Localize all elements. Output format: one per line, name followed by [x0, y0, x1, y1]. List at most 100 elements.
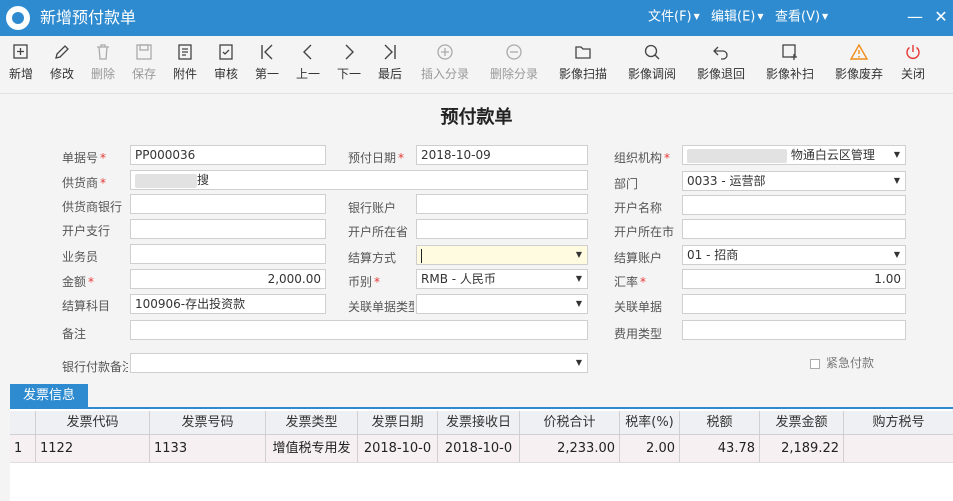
- invoice-no-cell[interactable]: 1133: [150, 435, 266, 462]
- col-header[interactable]: 发票代码: [36, 411, 150, 434]
- col-header[interactable]: [10, 411, 36, 434]
- supplier-bank-field[interactable]: [130, 194, 326, 214]
- title-bar: 新增预付款单 文件(F) ▼ 编辑(E) ▼ 查看(V) ▼ — ✕: [0, 0, 953, 36]
- next-icon: [345, 44, 354, 60]
- delete-row-icon: [506, 44, 522, 60]
- image-rescan-button[interactable]: 影像补扫: [762, 42, 818, 90]
- menu-file[interactable]: 文件(F) ▼: [648, 9, 700, 26]
- remark-field[interactable]: [130, 320, 588, 340]
- delete-button[interactable]: 删除: [88, 42, 118, 90]
- next-button[interactable]: 下一: [334, 42, 364, 90]
- minimize-icon[interactable]: —: [904, 6, 926, 28]
- urgent-checkbox[interactable]: 紧急付款: [810, 355, 874, 371]
- menu-edit[interactable]: 编辑(E) ▼: [711, 9, 764, 26]
- org-label: 组织机构 *: [614, 151, 671, 165]
- insert-row-icon: [437, 44, 453, 60]
- tax-rate-cell[interactable]: 2.00: [620, 435, 680, 462]
- currency-select[interactable]: RMB - 人民币: [416, 269, 588, 289]
- org-select[interactable]: 物通白云区管理: [682, 145, 906, 165]
- tax-amount-cell[interactable]: 43.78: [680, 435, 760, 462]
- bank-account-field[interactable]: [416, 194, 588, 214]
- audit-button[interactable]: 审核: [211, 42, 241, 90]
- invoice-amount-cell[interactable]: 2,189.22: [760, 435, 844, 462]
- image-view-button[interactable]: 影像调阅: [624, 42, 680, 90]
- attachment-icon: [178, 44, 192, 60]
- menu-view[interactable]: 查看(V) ▼: [775, 9, 828, 26]
- amount-label: 金额 *: [62, 275, 95, 289]
- save-icon: [136, 44, 152, 60]
- search-icon: [644, 44, 660, 60]
- settle-account-select[interactable]: 01 - 招商: [682, 245, 906, 265]
- add-button[interactable]: 新增: [6, 42, 36, 90]
- table-row[interactable]: 1 1122 1133 增值税专用发 2018-10-0 2018-10-0 2…: [10, 435, 953, 463]
- bank-account-label: 银行账户: [348, 201, 397, 215]
- app-logo-icon: [6, 6, 30, 30]
- col-header[interactable]: 税额: [680, 411, 760, 434]
- branch-field[interactable]: [130, 219, 326, 239]
- invoice-code-cell[interactable]: 1122: [36, 435, 150, 462]
- amount-field[interactable]: 2,000.00: [130, 269, 326, 289]
- trash-icon: [97, 44, 109, 60]
- invoice-receive-date-cell[interactable]: 2018-10-0: [438, 435, 520, 462]
- rate-field[interactable]: 1.00: [682, 269, 906, 289]
- settle-method-select[interactable]: [416, 245, 588, 265]
- province-label: 开户所在省: [348, 225, 409, 239]
- doc-no-label: 单据号 *: [62, 151, 107, 165]
- subject-field[interactable]: 100906-存出投资款: [130, 294, 326, 314]
- supplier-label: 供货商 *: [62, 176, 107, 190]
- col-header[interactable]: 价税合计: [520, 411, 620, 434]
- image-return-button[interactable]: 影像退回: [693, 42, 749, 90]
- save-button[interactable]: 保存: [129, 42, 159, 90]
- currency-label: 币别 *: [348, 275, 381, 289]
- col-header[interactable]: 发票日期: [358, 411, 438, 434]
- col-header[interactable]: 发票接收日: [438, 411, 520, 434]
- close-button[interactable]: 关闭: [898, 42, 928, 90]
- buyer-tax-no-cell[interactable]: [844, 435, 953, 462]
- col-header[interactable]: 发票类型: [266, 411, 358, 434]
- salesman-field[interactable]: [130, 244, 326, 264]
- grid-header: 发票代码 发票号码 发票类型 发票日期 发票接收日 价税合计 税率(%) 税额 …: [10, 411, 953, 435]
- first-button[interactable]: 第一: [252, 42, 282, 90]
- attachment-button[interactable]: 附件: [170, 42, 200, 90]
- account-name-field[interactable]: [682, 195, 906, 215]
- col-header[interactable]: 购方税号: [844, 411, 953, 434]
- bank-remark-select[interactable]: [130, 353, 588, 373]
- branch-label: 开户支行: [62, 224, 111, 238]
- invoice-type-cell[interactable]: 增值税专用发: [266, 435, 358, 462]
- dept-select[interactable]: 0033 - 运营部: [682, 171, 906, 191]
- col-header[interactable]: 税率(%): [620, 411, 680, 434]
- related-type-select[interactable]: [416, 294, 588, 314]
- image-scan-button[interactable]: 影像扫描: [555, 42, 611, 90]
- close-icon[interactable]: ✕: [930, 6, 952, 28]
- province-field[interactable]: [416, 219, 588, 239]
- last-button[interactable]: 最后: [375, 42, 405, 90]
- doc-no-field[interactable]: PP000036: [130, 145, 326, 165]
- prepay-date-label: 预付日期 *: [348, 151, 405, 165]
- tab-invoice-info[interactable]: 发票信息: [10, 384, 88, 408]
- prepay-date-field[interactable]: 2018-10-09: [416, 145, 588, 165]
- dept-label: 部门: [614, 177, 639, 191]
- total-with-tax-cell[interactable]: 2,233.00: [520, 435, 620, 462]
- fee-type-field[interactable]: [682, 320, 906, 340]
- prev-button[interactable]: 上一: [293, 42, 323, 90]
- window-title: 新增预付款单: [40, 8, 137, 27]
- rate-label: 汇率 *: [614, 275, 647, 289]
- undo-icon: [713, 46, 728, 60]
- settle-account-label: 结算账户: [614, 251, 663, 265]
- related-doc-field[interactable]: [682, 294, 906, 314]
- delete-row-button[interactable]: 删除分录: [486, 42, 542, 90]
- related-type-label: 关联单据类型: [348, 300, 414, 314]
- power-icon: [906, 45, 920, 59]
- audit-icon: [219, 44, 233, 60]
- edit-button[interactable]: 修改: [47, 42, 77, 90]
- city-field[interactable]: [682, 219, 906, 239]
- warning-icon: [849, 43, 869, 60]
- col-header[interactable]: 发票金额: [760, 411, 844, 434]
- col-header[interactable]: 发票号码: [150, 411, 266, 434]
- supplier-field[interactable]: 搜: [130, 170, 588, 190]
- insert-row-button[interactable]: 插入分录: [417, 42, 473, 90]
- image-discard-button[interactable]: 影像废弃: [831, 42, 887, 90]
- first-icon: [261, 44, 273, 60]
- invoice-date-cell[interactable]: 2018-10-0: [358, 435, 438, 462]
- row-index: 1: [10, 435, 36, 462]
